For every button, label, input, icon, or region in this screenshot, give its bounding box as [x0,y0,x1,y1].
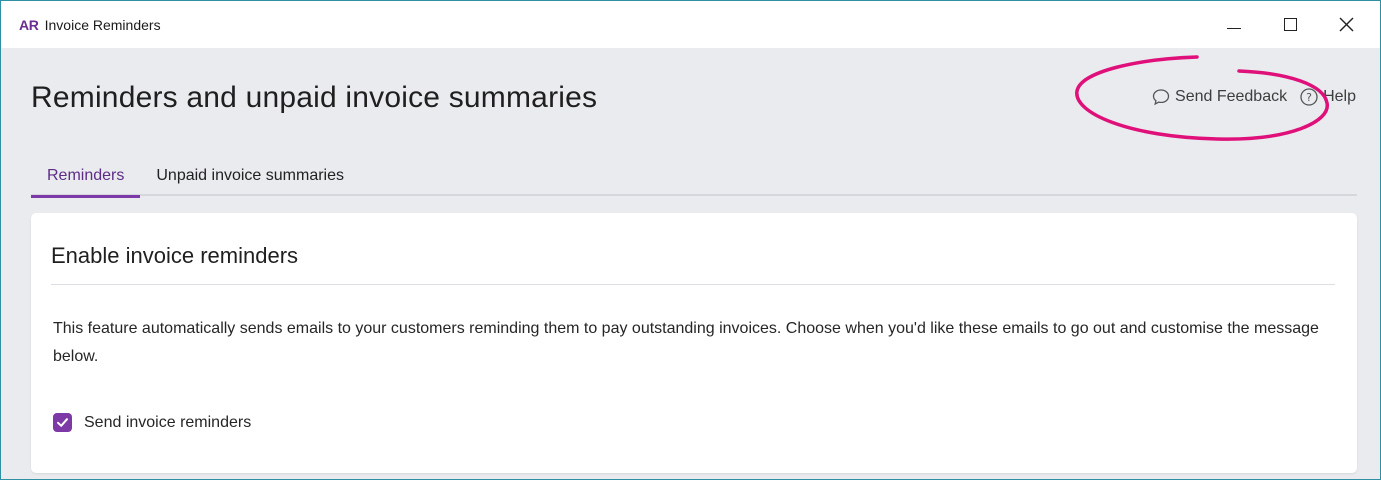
close-button[interactable] [1322,1,1370,48]
tab-reminders[interactable]: Reminders [31,156,141,198]
speech-bubble-icon [1152,89,1170,106]
minimize-icon [1227,28,1241,29]
maximize-button[interactable] [1266,1,1314,48]
maximize-icon [1283,18,1297,31]
tab-unpaid-invoice-summaries[interactable]: Unpaid invoice summaries [140,156,360,196]
window-title: Invoice Reminders [44,16,161,33]
help-label: Help [1323,88,1356,105]
send-feedback-label: Send Feedback [1175,88,1288,105]
minimize-button[interactable] [1210,1,1258,48]
close-icon [1339,17,1353,32]
app-logo: AR [19,16,39,33]
help-link[interactable]: ? Help [1299,87,1356,107]
app-window: AR Invoice Reminders Reminders and unpai… [0,0,1381,480]
window-controls [1210,1,1380,48]
card-divider [51,284,1335,285]
svg-text:?: ? [1306,91,1312,104]
header-actions: Send Feedback ? Help [1151,87,1356,107]
title-bar[interactable]: AR Invoice Reminders [1,1,1380,48]
send-feedback-link[interactable]: Send Feedback [1151,87,1287,107]
tab-bar: Reminders Unpaid invoice summaries [31,156,1357,198]
page-title: Reminders and unpaid invoice summaries [31,81,598,114]
card-title: Enable invoice reminders [51,243,299,268]
send-reminders-label: Send invoice reminders [84,413,252,431]
send-reminders-checkbox[interactable] [53,413,72,432]
checkmark-icon [57,418,68,427]
help-icon: ? [1300,88,1318,106]
card-description: This feature automatically sends emails … [53,320,1319,365]
enable-reminders-card: Enable invoice reminders This feature au… [31,213,1357,473]
send-reminders-checkbox-row[interactable]: Send invoice reminders [53,413,251,432]
